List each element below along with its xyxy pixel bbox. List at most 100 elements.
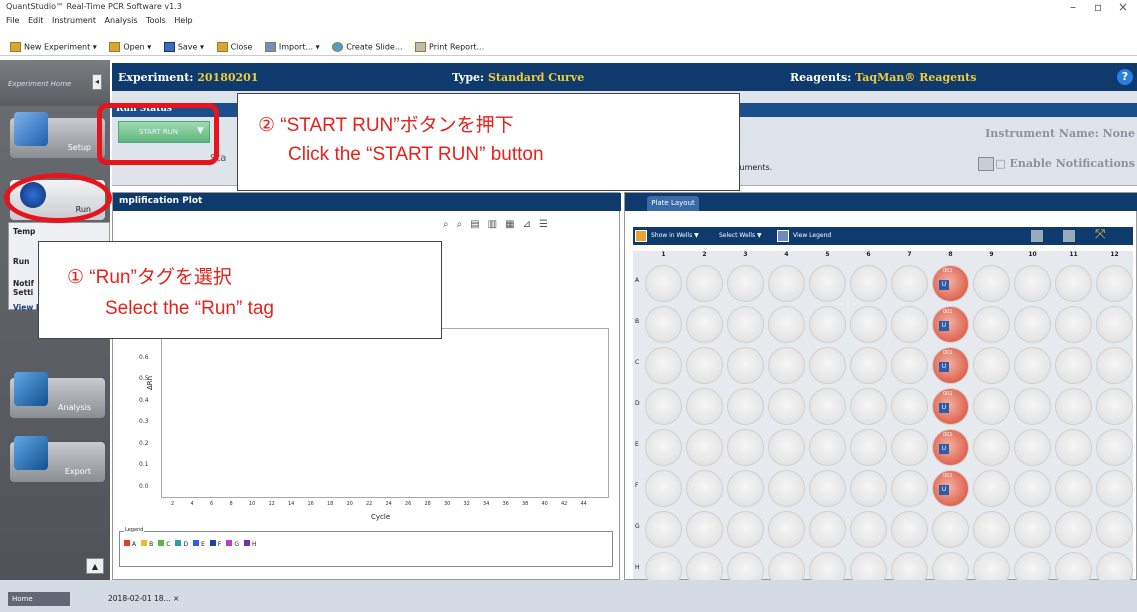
plate-well[interactable] bbox=[1014, 511, 1051, 548]
plate-row-header[interactable]: F bbox=[635, 482, 638, 489]
collapse-icon[interactable]: ◂ bbox=[92, 74, 102, 90]
plate-well[interactable] bbox=[645, 429, 682, 466]
enable-notifications-checkbox[interactable]: □ Enable Notifications bbox=[995, 157, 1135, 170]
plate-well[interactable] bbox=[727, 470, 764, 507]
plate-well[interactable] bbox=[891, 306, 928, 343]
plate-column-header[interactable]: 9 bbox=[971, 251, 1012, 261]
menu-tools[interactable]: Tools bbox=[146, 16, 166, 25]
plate-well[interactable] bbox=[768, 306, 805, 343]
plate-column-header[interactable]: 2 bbox=[684, 251, 725, 261]
tab-plate-layout[interactable]: Plate Layout bbox=[647, 196, 699, 211]
plate-well[interactable] bbox=[727, 388, 764, 425]
plate-well[interactable] bbox=[1055, 388, 1092, 425]
plate-well[interactable] bbox=[850, 511, 887, 548]
subnav-item-settings[interactable]: Setti bbox=[13, 288, 33, 297]
close-button[interactable]: Close bbox=[216, 42, 252, 52]
plate-well[interactable] bbox=[809, 470, 846, 507]
menu-edit[interactable]: Edit bbox=[28, 16, 44, 25]
save-button[interactable]: Save ▾ bbox=[163, 42, 204, 52]
plate-well[interactable] bbox=[768, 511, 805, 548]
help-icon[interactable]: ? bbox=[1117, 69, 1133, 85]
plate-row-header[interactable]: C bbox=[635, 359, 639, 366]
plate-well[interactable] bbox=[891, 265, 928, 302]
plate-well[interactable] bbox=[768, 470, 805, 507]
plate-well[interactable] bbox=[727, 306, 764, 343]
plot-settings-icon[interactable]: ⊿ bbox=[523, 219, 539, 230]
plate-well[interactable] bbox=[686, 429, 723, 466]
plate-well[interactable] bbox=[768, 429, 805, 466]
plate-well[interactable]: 001 U bbox=[932, 347, 969, 384]
plate-well[interactable] bbox=[645, 388, 682, 425]
plate-row-header[interactable]: E bbox=[635, 441, 639, 448]
experiment-home-label[interactable]: Experiment Home bbox=[8, 80, 71, 88]
plate-well[interactable] bbox=[727, 347, 764, 384]
plate-well[interactable] bbox=[645, 347, 682, 384]
plate-well[interactable] bbox=[1014, 470, 1051, 507]
plate-column-header[interactable]: 5 bbox=[807, 251, 848, 261]
plate-well[interactable] bbox=[1055, 511, 1092, 548]
plate-row-header[interactable]: A bbox=[635, 277, 639, 284]
plate-well[interactable] bbox=[645, 470, 682, 507]
plate-well[interactable] bbox=[686, 470, 723, 507]
expand-icon[interactable]: ⤧ bbox=[1095, 227, 1105, 242]
plate-well[interactable] bbox=[1096, 470, 1133, 507]
grid-view-icon[interactable] bbox=[1031, 230, 1043, 242]
plate-well[interactable] bbox=[1055, 306, 1092, 343]
plate-column-header[interactable]: 11 bbox=[1053, 251, 1094, 261]
plate-well[interactable]: 001 U bbox=[932, 388, 969, 425]
plate-column-header[interactable]: 4 bbox=[766, 251, 807, 261]
legend-item[interactable]: C bbox=[158, 540, 170, 548]
plate-well[interactable] bbox=[850, 470, 887, 507]
plate-well[interactable]: 001 U bbox=[932, 429, 969, 466]
list-icon[interactable]: ☰ bbox=[539, 219, 556, 230]
plate-well[interactable] bbox=[768, 388, 805, 425]
show-in-wells-dropdown[interactable]: Show in Wells ▼ bbox=[651, 232, 699, 239]
plate-well[interactable] bbox=[686, 511, 723, 548]
plate-column-header[interactable]: 6 bbox=[848, 251, 889, 261]
plate-well[interactable] bbox=[973, 470, 1010, 507]
plate-well[interactable] bbox=[850, 347, 887, 384]
plate-row-header[interactable]: H bbox=[635, 564, 640, 571]
plate-well[interactable] bbox=[850, 306, 887, 343]
legend-item[interactable]: D bbox=[175, 540, 188, 548]
plate-column-header[interactable]: 8 bbox=[930, 251, 971, 261]
export-button[interactable]: Export bbox=[10, 436, 105, 482]
plate-well[interactable]: 001 U bbox=[932, 265, 969, 302]
plate-row-header[interactable]: B bbox=[635, 318, 639, 325]
legend-item[interactable]: E bbox=[193, 540, 205, 548]
plate-well[interactable] bbox=[973, 265, 1010, 302]
plate-well[interactable] bbox=[850, 388, 887, 425]
plate-well[interactable] bbox=[1055, 470, 1092, 507]
plate-well[interactable] bbox=[809, 347, 846, 384]
plate-well[interactable] bbox=[1096, 511, 1133, 548]
plate-well[interactable] bbox=[1014, 306, 1051, 343]
plate-well[interactable] bbox=[973, 511, 1010, 548]
menu-help[interactable]: Help bbox=[174, 16, 192, 25]
plate-well[interactable] bbox=[686, 306, 723, 343]
menu-instrument[interactable]: Instrument bbox=[52, 16, 96, 25]
plate-well[interactable] bbox=[809, 429, 846, 466]
legend-item[interactable]: G bbox=[226, 540, 239, 548]
zoom-in-icon[interactable]: ⌕ bbox=[443, 219, 457, 230]
plate-well[interactable] bbox=[891, 347, 928, 384]
plate-well[interactable] bbox=[973, 347, 1010, 384]
plate-well[interactable] bbox=[850, 429, 887, 466]
minimize-icon[interactable]: – bbox=[1070, 0, 1076, 14]
plate-well[interactable] bbox=[973, 429, 1010, 466]
plate-well[interactable] bbox=[973, 388, 1010, 425]
menu-file[interactable]: File bbox=[6, 16, 19, 25]
notification-icon[interactable] bbox=[978, 157, 994, 171]
plate-well[interactable] bbox=[727, 511, 764, 548]
plate-well[interactable]: 001 U bbox=[932, 470, 969, 507]
legend-item[interactable]: A bbox=[124, 540, 136, 548]
plate-well[interactable] bbox=[809, 511, 846, 548]
plate-well[interactable] bbox=[727, 429, 764, 466]
plate-well[interactable] bbox=[1014, 388, 1051, 425]
plate-column-header[interactable]: 1 bbox=[643, 251, 684, 261]
subnav-item-run[interactable]: Run bbox=[13, 257, 29, 266]
plate-well[interactable] bbox=[645, 265, 682, 302]
plate-well[interactable] bbox=[768, 265, 805, 302]
plate-well[interactable] bbox=[686, 388, 723, 425]
subnav-item-temp[interactable]: Temp bbox=[13, 227, 35, 236]
plate-well[interactable] bbox=[1055, 347, 1092, 384]
